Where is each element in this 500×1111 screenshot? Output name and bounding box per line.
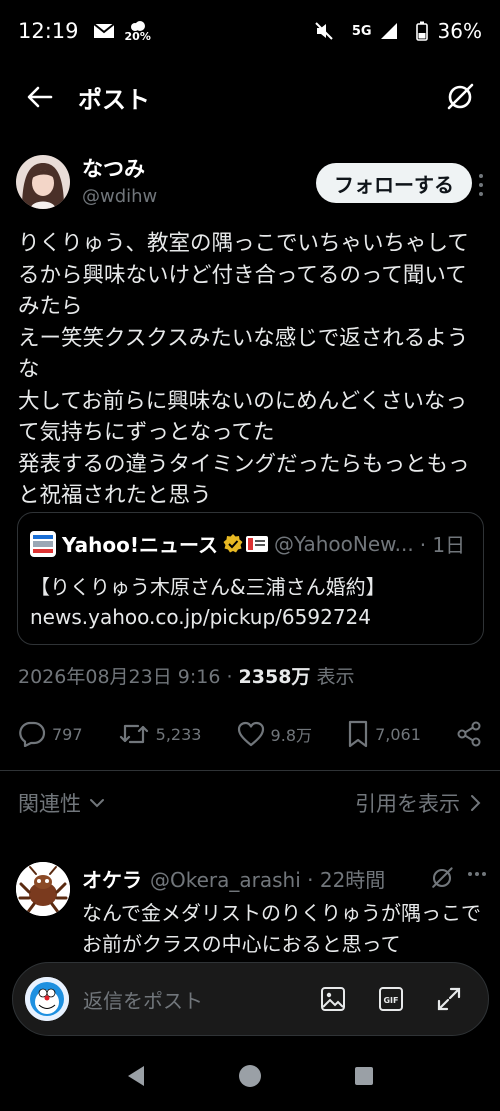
view-label: 表示 <box>310 666 355 688</box>
reply-compose-bar[interactable]: 返信をポスト GIF <box>12 962 489 1036</box>
grok-icon <box>447 83 474 110</box>
chevron-right-icon <box>471 795 481 811</box>
chevron-down-icon <box>90 799 104 808</box>
square-recents-icon <box>354 1067 373 1085</box>
my-avatar <box>25 977 69 1021</box>
author-display-name[interactable]: なつみ <box>82 155 157 183</box>
repost-count: 5,233 <box>155 724 202 744</box>
quote-source-name: Yahoo!ニュース <box>62 533 218 557</box>
image-button[interactable] <box>320 986 346 1012</box>
avatar[interactable] <box>16 155 70 209</box>
status-bar: 12:19 20% 5G 36% <box>0 0 500 62</box>
image-icon <box>321 987 345 1011</box>
reply-grok-button[interactable] <box>430 866 454 894</box>
bookmark-count: 7,061 <box>375 724 421 744</box>
clock: 12:19 <box>18 19 79 43</box>
view-count[interactable]: 2358万 <box>239 666 311 688</box>
quoted-post-card[interactable]: Yahoo!ニュース @YahooNew... · 1日 【りくりゅう木原さん&… <box>17 512 484 645</box>
post-datetime: 2026年08月23日 9:16 · <box>18 666 239 688</box>
post-actions: 797 5,233 9.8万 7,061 <box>18 712 482 756</box>
battery-icon <box>415 21 428 41</box>
bookmark-icon <box>348 720 368 748</box>
sort-relevance-dropdown[interactable]: 関連性 <box>18 788 105 818</box>
circle-home-icon <box>238 1065 261 1087</box>
like-count: 9.8万 <box>270 726 312 745</box>
reply-icon <box>19 721 46 747</box>
verified-badge-icon <box>222 533 244 555</box>
home-nav-button[interactable] <box>238 1064 262 1092</box>
like-button[interactable]: 9.8万 <box>237 721 312 747</box>
triangle-back-icon <box>128 1066 145 1086</box>
share-icon <box>457 721 481 747</box>
mail-icon <box>92 23 115 39</box>
reply-button[interactable]: 797 <box>18 721 83 747</box>
expand-icon <box>437 987 461 1011</box>
repost-button[interactable]: 5,233 <box>118 721 202 747</box>
gif-icon: GIF <box>379 987 403 1011</box>
network-type: 5G <box>351 23 372 39</box>
replies-sort-row: 関連性 引用を表示 <box>18 788 482 818</box>
lyb-affiliate-icon <box>245 535 268 552</box>
follow-button[interactable]: フォローする <box>316 163 472 203</box>
reply-more-options-icon[interactable] <box>468 872 486 876</box>
mute-icon <box>314 21 334 41</box>
reply-text: なんで金メダリストのりくりゅうが隅っこでお前がクラスの中心におると思って <box>82 901 481 956</box>
quote-link[interactable]: news.yahoo.co.jp/pickup/6592724 <box>30 602 471 632</box>
share-button[interactable] <box>456 721 482 747</box>
reply-count: 797 <box>52 724 83 744</box>
yahoo-news-logo <box>30 530 56 557</box>
page-title: ポスト <box>78 85 150 114</box>
repost-icon <box>119 724 148 744</box>
recents-nav-button[interactable] <box>353 1065 375 1091</box>
post-author: なつみ @wdihw フォローする <box>16 155 484 215</box>
divider <box>0 770 500 771</box>
view-quotes-label: 引用を表示 <box>355 792 460 816</box>
quote-source-handle: @YahooNew... <box>273 531 414 556</box>
reply-author-name[interactable]: オケラ <box>82 864 142 893</box>
more-options-icon[interactable] <box>472 171 490 199</box>
gif-button[interactable]: GIF <box>378 986 404 1012</box>
bookmark-button[interactable]: 7,061 <box>347 720 421 748</box>
grok-icon <box>432 867 453 888</box>
expand-button[interactable] <box>436 986 462 1012</box>
top-app-bar: ポスト <box>0 62 500 132</box>
heart-icon <box>237 721 264 747</box>
view-quotes-link[interactable]: 引用を表示 <box>355 788 482 818</box>
reply-author-handle[interactable]: @Okera_arashi · 22時間 <box>150 864 385 893</box>
post-text: りくりゅう、教室の隅っこでいちゃいちゃしてるから興味ないけど付き合ってるのって聞… <box>18 231 470 508</box>
post-meta: 2026年08月23日 9:16 · 2358万 表示 <box>18 662 354 689</box>
sort-label: 関連性 <box>18 792 81 816</box>
reply-input[interactable]: 返信をポスト <box>83 985 203 1014</box>
svg-text:GIF: GIF <box>383 996 398 1005</box>
author-handle[interactable]: @wdihw <box>82 183 157 211</box>
battery-percent: 36% <box>437 19 482 43</box>
quote-time: · 1日 <box>419 533 466 557</box>
arrow-left-icon <box>27 86 53 108</box>
grok-button[interactable] <box>440 77 480 117</box>
system-navigation-bar <box>0 1045 500 1111</box>
signal-icon <box>380 22 398 40</box>
quote-text-line1: 【りくりゅう木原さん&三浦さん婚約】 <box>30 575 386 599</box>
back-button[interactable] <box>20 77 60 117</box>
back-nav-button[interactable] <box>125 1064 147 1092</box>
weather-icon: 20% <box>125 20 151 42</box>
reply-avatar[interactable] <box>16 862 70 916</box>
